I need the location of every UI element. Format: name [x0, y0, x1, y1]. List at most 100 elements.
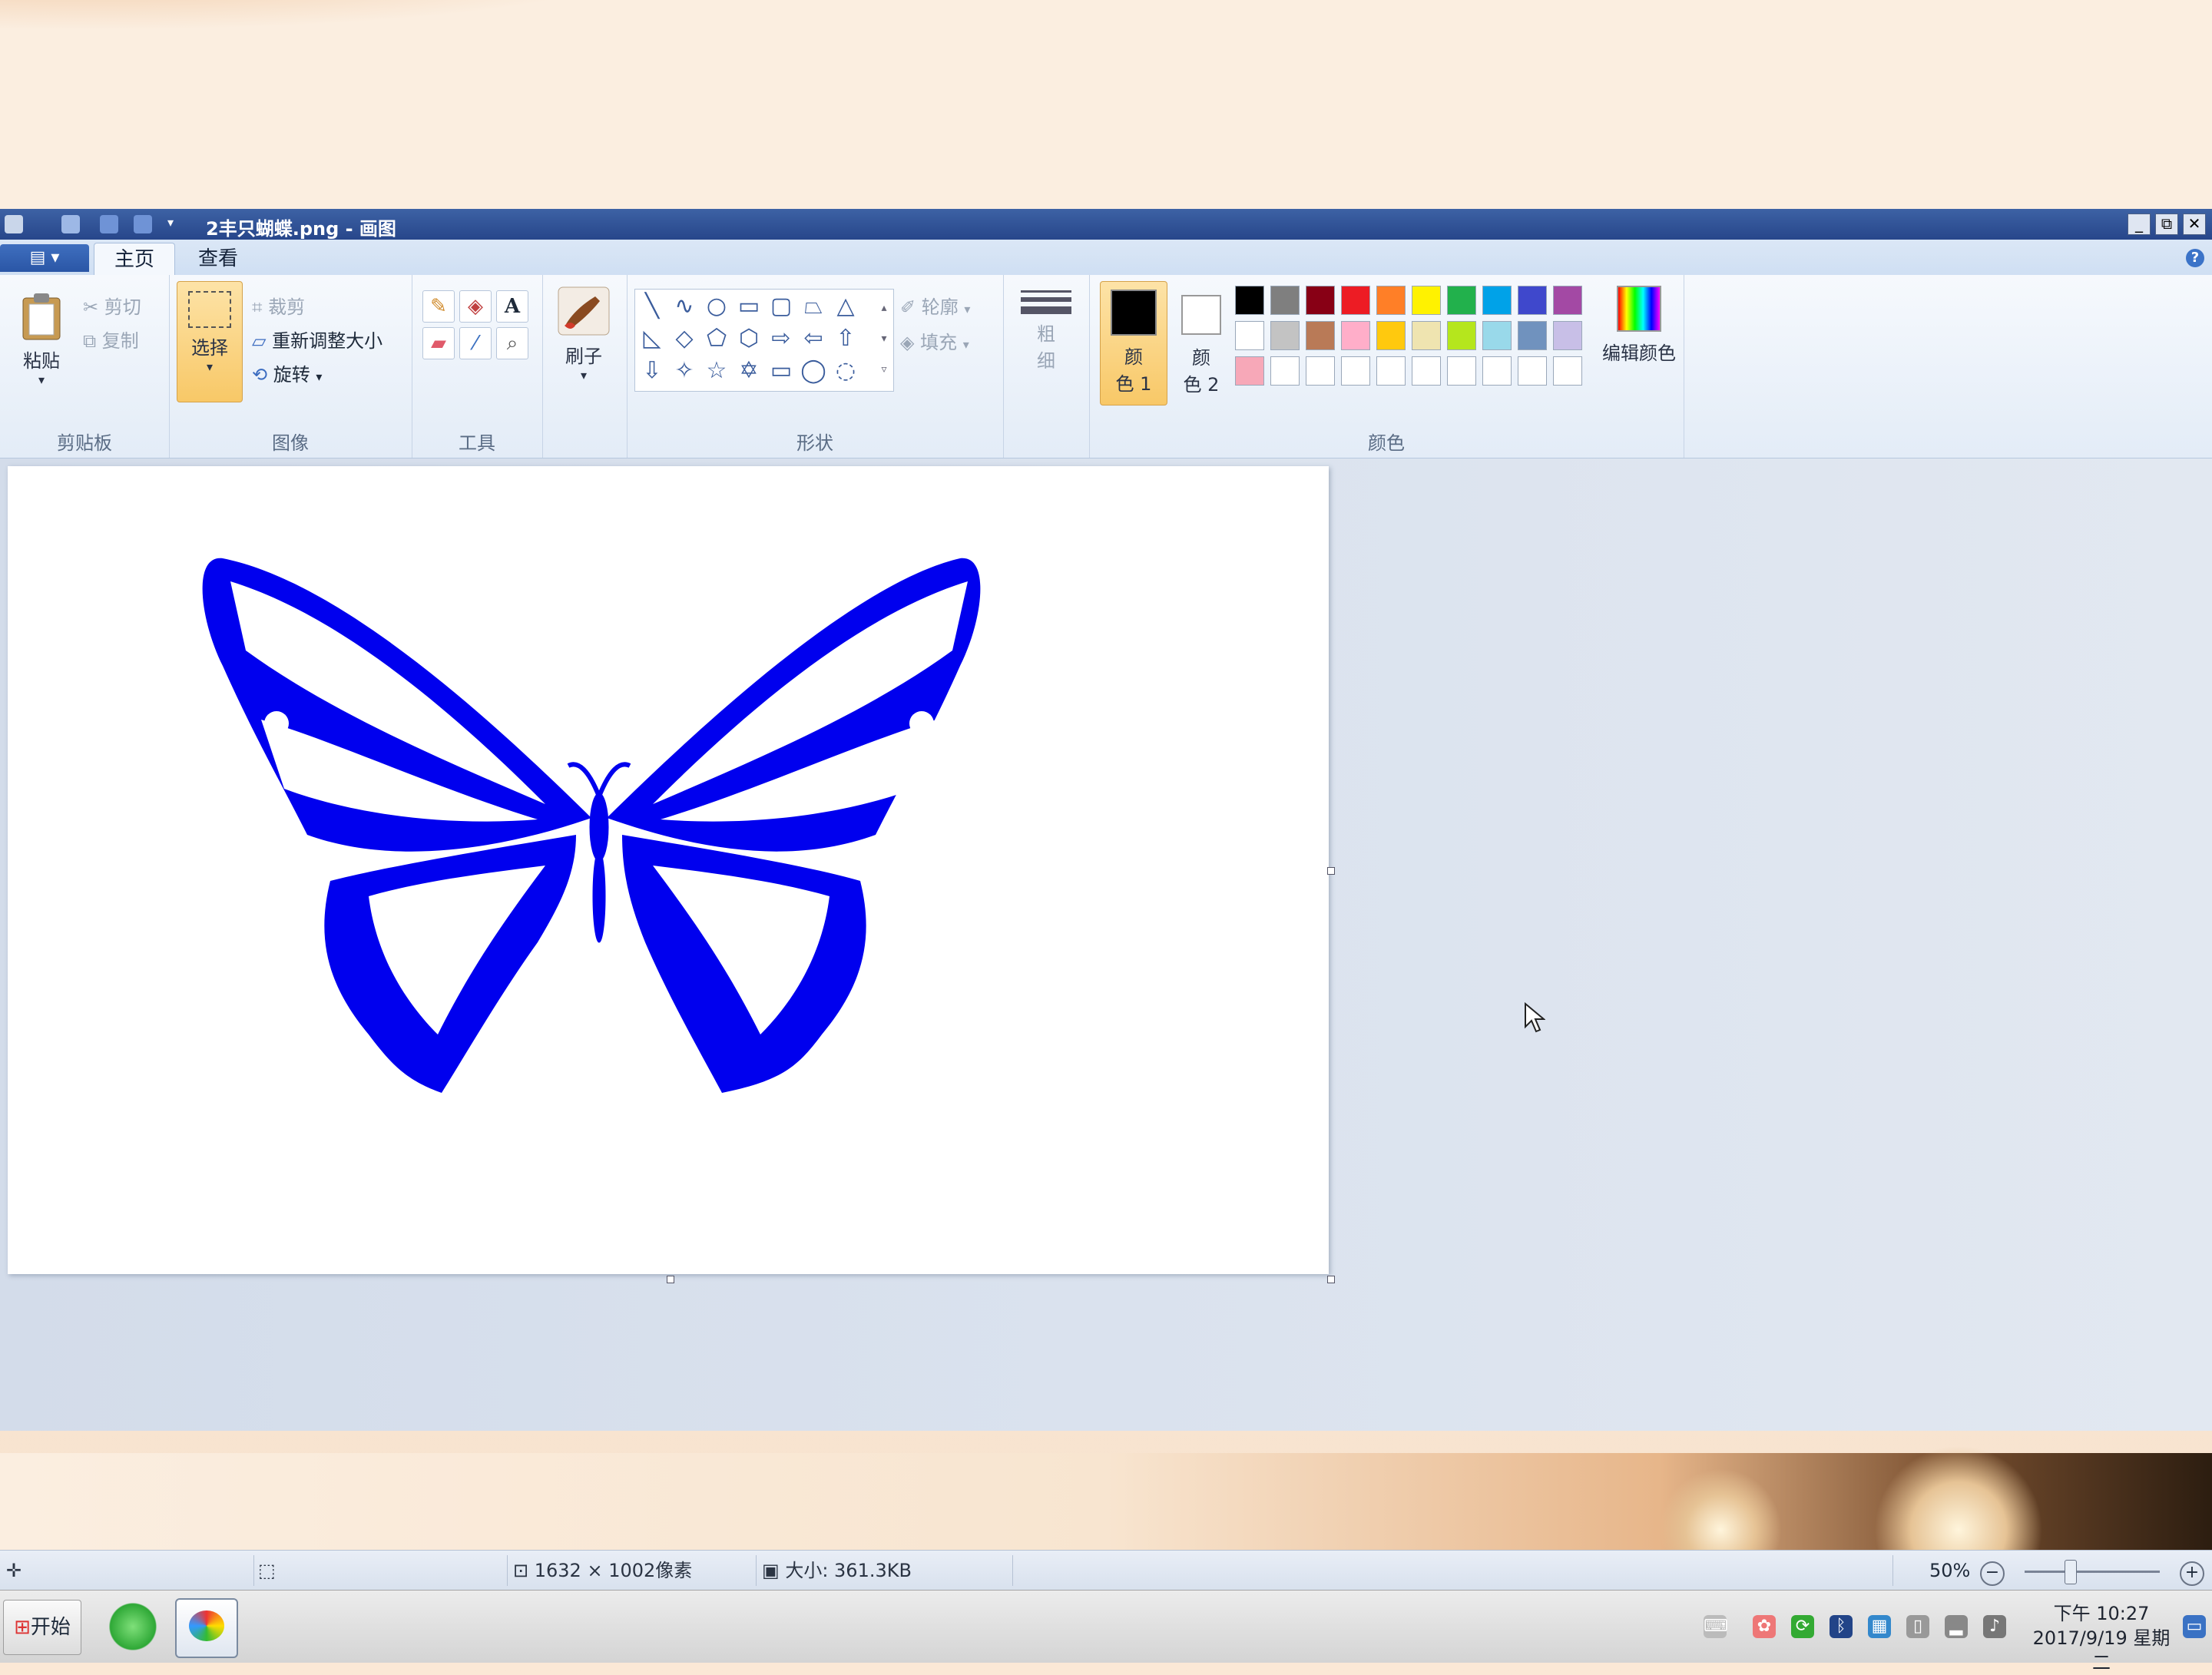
up-arrow-shape-icon[interactable]: ⇧ [830, 323, 861, 354]
cut-button[interactable]: ✂ 剪切 [83, 292, 141, 319]
fill-bucket-icon[interactable]: ◈ [459, 290, 492, 323]
crop-button[interactable]: ⌗ 裁剪 [252, 292, 305, 319]
restore-button[interactable]: ⧉ [2155, 214, 2178, 235]
polygon-shape-icon[interactable]: ⏢ [798, 291, 829, 322]
diamond-shape-icon[interactable]: ◇ [669, 323, 700, 354]
palette-swatch[interactable] [1306, 321, 1335, 350]
palette-swatch[interactable] [1518, 286, 1547, 315]
palette-swatch[interactable] [1553, 356, 1582, 386]
zoom-slider-track[interactable] [2025, 1571, 2160, 1573]
select-button[interactable]: 选择 ▾ [177, 281, 243, 402]
redo-icon[interactable] [134, 215, 152, 233]
palette-swatch[interactable] [1270, 356, 1300, 386]
zoom-out-button[interactable]: − [1980, 1561, 2005, 1586]
power-tray-icon[interactable]: ▯ [1906, 1615, 1929, 1638]
zoom-slider-thumb[interactable] [2064, 1560, 2077, 1584]
left-arrow-shape-icon[interactable]: ⇦ [798, 323, 829, 354]
right-triangle-shape-icon[interactable]: ◺ [637, 323, 667, 354]
start-button[interactable]: ⊞开始 [3, 1600, 81, 1655]
palette-swatch[interactable] [1341, 356, 1370, 386]
palette-swatch[interactable] [1447, 356, 1476, 386]
paint-app-icon[interactable] [5, 215, 23, 233]
palette-swatch[interactable] [1235, 356, 1264, 386]
palette-swatch[interactable] [1376, 286, 1406, 315]
resize-handle-corner[interactable] [1327, 1276, 1335, 1283]
palette-swatch[interactable] [1518, 321, 1547, 350]
brushes-button[interactable]: 刷子 ▾ [553, 286, 614, 382]
five-point-star-shape-icon[interactable]: ☆ [701, 356, 732, 386]
outline-button[interactable]: ✐ 轮廓 ▾ [900, 292, 970, 319]
antivirus-tray-icon[interactable]: ✿ [1753, 1615, 1776, 1638]
pentagon-shape-icon[interactable]: ⬠ [701, 323, 732, 354]
rectangle-shape-icon[interactable]: ▭ [733, 291, 764, 322]
tab-home[interactable]: 主页 [94, 243, 176, 276]
resize-button[interactable]: ▱ 重新调整大小 [252, 326, 382, 353]
undo-icon[interactable] [100, 215, 118, 233]
volume-icon[interactable]: ♪ [1983, 1615, 2006, 1638]
show-desktop-icon[interactable]: ▭ [2183, 1615, 2206, 1638]
color-picker-icon[interactable]: ⁄ [459, 327, 492, 359]
size-button[interactable]: 粗 细 [1015, 286, 1077, 372]
drawing-canvas[interactable] [8, 466, 1329, 1274]
palette-swatch[interactable] [1482, 356, 1512, 386]
palette-swatch[interactable] [1270, 321, 1300, 350]
cloud-callout-shape-icon[interactable]: ◌ [830, 356, 861, 386]
signal-icon[interactable]: ▂ [1945, 1615, 1968, 1638]
minimize-button[interactable]: _ [2128, 214, 2151, 235]
line-shape-icon[interactable]: ╲ [637, 291, 667, 322]
resize-handle-bottom[interactable] [667, 1276, 674, 1283]
curve-shape-icon[interactable]: ∿ [669, 291, 700, 322]
oval-shape-icon[interactable]: ○ [701, 291, 732, 322]
eraser-icon[interactable]: ▰ [422, 327, 455, 359]
magnifier-icon[interactable]: ⌕ [496, 327, 528, 359]
paint-taskbar-icon[interactable] [175, 1598, 238, 1658]
fill-button[interactable]: ◈ 填充 ▾ [900, 327, 969, 354]
text-tool-icon[interactable]: A [496, 290, 528, 323]
app-menu-button[interactable]: ▤ ▾ [0, 244, 89, 272]
palette-swatch[interactable] [1412, 286, 1441, 315]
zoom-in-button[interactable]: + [2180, 1561, 2204, 1586]
palette-swatch[interactable] [1306, 286, 1335, 315]
pencil-icon[interactable]: ✎ [422, 290, 455, 323]
color2-button[interactable]: 颜 色 2 [1171, 281, 1232, 404]
copy-button[interactable]: ⧉ 复制 [83, 326, 139, 353]
browser-icon[interactable] [103, 1598, 163, 1655]
shapes-scroll-icon[interactable]: ▴ ▾ ▿ [876, 293, 892, 385]
keyboard-tray-icon[interactable]: ⌨ [1704, 1615, 1728, 1638]
save-icon[interactable] [61, 215, 80, 233]
system-clock[interactable]: 下午 10:27 2017/9/19 星期二 [2025, 1601, 2178, 1675]
six-point-star-shape-icon[interactable]: ✡ [733, 356, 764, 386]
palette-swatch[interactable] [1553, 286, 1582, 315]
palette-swatch[interactable] [1412, 356, 1441, 386]
bluetooth-icon[interactable]: ᛒ [1830, 1615, 1853, 1638]
hexagon-shape-icon[interactable]: ⬡ [733, 323, 764, 354]
palette-swatch[interactable] [1341, 321, 1370, 350]
help-icon[interactable]: ? [2186, 249, 2204, 267]
rounded-rectangle-shape-icon[interactable]: ▢ [766, 291, 796, 322]
palette-swatch[interactable] [1376, 321, 1406, 350]
four-point-star-shape-icon[interactable]: ✧ [669, 356, 700, 386]
rounded-callout-shape-icon[interactable]: ▭ [766, 356, 796, 386]
palette-swatch[interactable] [1341, 286, 1370, 315]
triangle-shape-icon[interactable]: △ [830, 291, 861, 322]
right-arrow-shape-icon[interactable]: ⇨ [766, 323, 796, 354]
paste-dropdown-icon[interactable]: ▾ [14, 372, 69, 387]
edit-colors-button[interactable]: 编辑颜色 [1599, 286, 1679, 365]
palette-swatch[interactable] [1235, 286, 1264, 315]
palette-swatch[interactable] [1553, 321, 1582, 350]
oval-callout-shape-icon[interactable]: ◯ [798, 356, 829, 386]
palette-swatch[interactable] [1482, 321, 1512, 350]
tab-view[interactable]: 查看 [178, 243, 258, 275]
update-tray-icon[interactable]: ⟳ [1791, 1615, 1814, 1638]
palette-swatch[interactable] [1306, 356, 1335, 386]
color1-button[interactable]: 颜 色 1 [1100, 281, 1167, 406]
paste-button[interactable]: 粘贴 ▾ [14, 290, 69, 387]
network-share-tray-icon[interactable]: ▦ [1868, 1615, 1891, 1638]
palette-swatch[interactable] [1518, 356, 1547, 386]
palette-swatch[interactable] [1447, 286, 1476, 315]
palette-swatch[interactable] [1412, 321, 1441, 350]
rotate-button[interactable]: ⟲ 旋转 ▾ [252, 359, 322, 386]
canvas-area[interactable] [0, 458, 2212, 1431]
down-arrow-shape-icon[interactable]: ⇩ [637, 356, 667, 386]
close-button[interactable]: ✕ [2183, 214, 2206, 235]
